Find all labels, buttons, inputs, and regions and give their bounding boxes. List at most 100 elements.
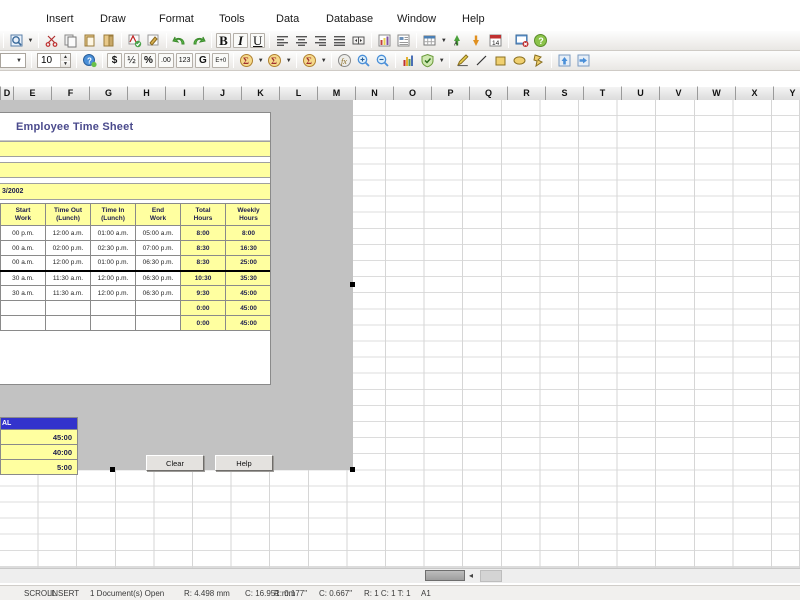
cell-r6-c5[interactable]: 0:00 <box>180 300 226 316</box>
menu-item-r[interactable]: r <box>0 10 2 29</box>
cell-r1-c5[interactable]: 8:00 <box>180 225 226 241</box>
scientific-format-button[interactable]: E+0 <box>212 53 230 68</box>
column-header-O[interactable]: O <box>394 86 432 100</box>
autosum-dropdown-arrow-icon[interactable]: ▼ <box>256 52 265 70</box>
menu-item-data[interactable]: Data <box>272 10 303 29</box>
menu-item-database[interactable]: Database <box>322 10 377 29</box>
cell-r5-c1[interactable]: 30 a.m. <box>0 285 46 301</box>
insert-object-icon[interactable] <box>394 32 413 50</box>
open-dropdown-arrow-icon[interactable]: ▼ <box>26 32 35 50</box>
send-to-back-icon[interactable] <box>574 52 593 70</box>
cut-scissors-icon[interactable] <box>42 32 61 50</box>
chart-icon[interactable] <box>399 52 418 70</box>
employee-time-sheet[interactable]: Employee Time Sheet 3/2002 Start Work Time… <box>0 112 271 385</box>
column-header-U[interactable]: U <box>622 86 660 100</box>
bold-button[interactable]: B <box>216 33 231 48</box>
cell-r2-c2[interactable]: 02:00 p.m. <box>45 240 91 256</box>
cell-r4-c2[interactable]: 11:30 a.m. <box>45 270 91 286</box>
embedded-object-frame[interactable]: Employee Time Sheet 3/2002 Start Work Time… <box>0 100 355 475</box>
table-row[interactable]: 0:00 45:00 <box>0 300 270 316</box>
help-icon[interactable]: ? <box>531 32 550 50</box>
name-dropdown-arrow-icon[interactable]: ▼ <box>319 52 328 70</box>
align-center-icon[interactable] <box>292 32 311 50</box>
cell-r4-c1[interactable]: 30 a.m. <box>0 270 46 286</box>
fraction-format-button[interactable]: ½ <box>124 53 139 68</box>
cell-r3-c3[interactable]: 01:00 p.m. <box>90 255 136 272</box>
cell-r6-c1[interactable] <box>0 300 46 316</box>
cell-r5-c3[interactable]: 12:00 p.m. <box>90 285 136 301</box>
column-header-V[interactable]: V <box>660 86 698 100</box>
menu-item-help[interactable]: Help <box>458 10 489 29</box>
cell-r3-c4[interactable]: 06:30 p.m. <box>135 255 181 272</box>
spellcheck-icon[interactable] <box>125 32 144 50</box>
rectangle-draw-icon[interactable] <box>491 52 510 70</box>
column-header-M[interactable]: M <box>318 86 356 100</box>
column-header-R[interactable]: R <box>508 86 546 100</box>
cell-r1-c2[interactable]: 12:00 a.m. <box>45 225 91 241</box>
cell-r6-c2[interactable] <box>45 300 91 316</box>
align-left-icon[interactable] <box>273 32 292 50</box>
cell-r5-c6[interactable]: 45:00 <box>225 285 270 301</box>
cell-r6-c4[interactable] <box>135 300 181 316</box>
underline-button[interactable]: U <box>250 33 266 48</box>
undo-icon[interactable] <box>170 32 189 50</box>
cell-r3-c1[interactable]: 00 a.m. <box>0 255 46 272</box>
function-dropdown-arrow-icon[interactable]: ▼ <box>284 52 293 70</box>
cell-r2-c3[interactable]: 02:30 p.m. <box>90 240 136 256</box>
help-button[interactable]: Help <box>215 455 273 471</box>
horizontal-scrollbar-area[interactable] <box>0 568 800 583</box>
column-header-S[interactable]: S <box>546 86 584 100</box>
table-row[interactable]: 00 a.m. 12:00 p.m. 01:00 p.m. 06:30 p.m. 8:3… <box>0 255 270 272</box>
column-header-N[interactable]: N <box>356 86 394 100</box>
zoom-out-icon[interactable] <box>373 52 392 70</box>
currency-format-button[interactable]: $ <box>107 53 122 68</box>
paste-icon[interactable] <box>80 32 99 50</box>
column-header-J[interactable]: J <box>204 86 242 100</box>
align-right-icon[interactable] <box>311 32 330 50</box>
cell-r7-c1[interactable] <box>0 315 46 331</box>
percent-format-button[interactable]: % <box>141 53 156 68</box>
column-header-H[interactable]: H <box>128 86 166 100</box>
font-size-stepper[interactable]: ▲ ▼ <box>60 54 70 67</box>
cell-r7-c2[interactable] <box>45 315 91 331</box>
column-header-P[interactable]: P <box>432 86 470 100</box>
open-icon[interactable] <box>7 32 26 50</box>
sort-descending-icon[interactable] <box>467 32 486 50</box>
column-header-G[interactable]: G <box>90 86 128 100</box>
column-header-I[interactable]: I <box>166 86 204 100</box>
week-date-row[interactable]: 3/2002 <box>0 183 270 200</box>
cell-r6-c3[interactable] <box>90 300 136 316</box>
menu-item-insert[interactable]: Insert <box>42 10 78 29</box>
function-sum-icon[interactable]: Σ <box>265 52 284 70</box>
cell-r1-c1[interactable]: 00 p.m. <box>0 225 46 241</box>
column-header-Q[interactable]: Q <box>470 86 508 100</box>
function-wizard-icon[interactable]: fx <box>335 52 354 70</box>
merge-cells-icon[interactable] <box>349 32 368 50</box>
column-header-X[interactable]: X <box>736 86 774 100</box>
autosum-icon[interactable]: Σ <box>237 52 256 70</box>
name-box-icon[interactable]: Σ <box>300 52 319 70</box>
column-header-T[interactable]: T <box>584 86 622 100</box>
table-row[interactable]: 00 a.m. 02:00 p.m. 02:30 p.m. 07:00 p.m. 8:3… <box>0 240 270 256</box>
sort-ascending-icon[interactable]: A <box>448 32 467 50</box>
format-paintbrush-icon[interactable] <box>144 32 163 50</box>
selection-handle-right[interactable] <box>350 282 355 287</box>
number-format-button[interactable]: 123 <box>175 53 194 68</box>
decimal-format-button[interactable]: .00 <box>158 53 174 68</box>
cell-r4-c3[interactable]: 12:00 p.m. <box>90 270 136 286</box>
general-format-button[interactable]: G <box>195 53 211 68</box>
validation-icon[interactable] <box>418 52 437 70</box>
sheet-tab[interactable] <box>425 570 465 581</box>
cell-r3-c2[interactable]: 12:00 p.m. <box>45 255 91 272</box>
validation-dropdown-arrow-icon[interactable]: ▼ <box>437 52 446 70</box>
cell-r2-c5[interactable]: 8:30 <box>180 240 226 256</box>
selection-handle-bottom-right[interactable] <box>350 467 355 472</box>
chevron-left-icon[interactable]: ◂ <box>469 571 473 580</box>
cell-r7-c4[interactable] <box>135 315 181 331</box>
employee-info-row[interactable] <box>0 162 270 178</box>
cell-r1-c6[interactable]: 8:00 <box>225 225 270 241</box>
copy-icon[interactable] <box>61 32 80 50</box>
cell-r5-c4[interactable]: 06:30 p.m. <box>135 285 181 301</box>
column-header-K[interactable]: K <box>242 86 280 100</box>
column-header-E[interactable]: E <box>14 86 52 100</box>
